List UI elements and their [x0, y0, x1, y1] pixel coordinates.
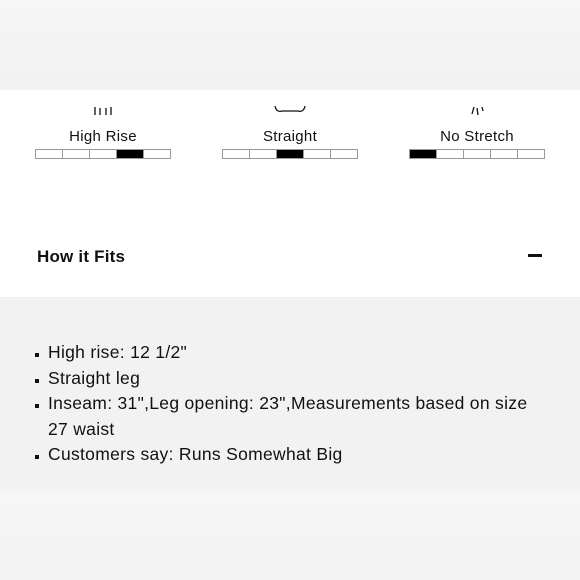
scale-segment: [36, 150, 63, 158]
minus-icon[interactable]: [528, 254, 542, 257]
bottom-background: [0, 491, 580, 580]
stretch-icon: [409, 90, 545, 116]
leg-shape-scale: [222, 149, 358, 159]
scale-segment: [223, 150, 250, 158]
list-item: High rise: 12 1/2": [35, 340, 545, 366]
scale-segment-selected: [117, 150, 144, 158]
scale-segment: [90, 150, 117, 158]
how-it-fits-accordion-body: High rise: 12 1/2" Straight leg Inseam: …: [0, 297, 580, 491]
stretch-scale: [409, 149, 545, 159]
scale-segment: [491, 150, 518, 158]
fit-details-list: High rise: 12 1/2" Straight leg Inseam: …: [35, 340, 545, 468]
fit-attribute-label: Straight: [262, 128, 318, 145]
top-background: [0, 0, 580, 90]
scale-segment: [437, 150, 464, 158]
list-item: Inseam: 31",Leg opening: 23",Measurement…: [35, 391, 545, 442]
fit-attributes-panel: High Rise Straight No Stretch: [0, 90, 580, 219]
fit-attribute-leg-shape: Straight: [222, 90, 358, 159]
scale-segment-selected: [277, 150, 304, 158]
rise-icon: [35, 90, 171, 116]
fit-attribute-rise: High Rise: [35, 90, 171, 159]
scale-segment: [63, 150, 90, 158]
scale-segment: [144, 150, 170, 158]
list-item: Straight leg: [35, 366, 545, 392]
scale-segment: [331, 150, 357, 158]
fit-attribute-stretch: No Stretch: [409, 90, 545, 159]
fit-attribute-label: High Rise: [69, 128, 137, 145]
accordion-title: How it Fits: [37, 247, 126, 266]
scale-segment: [464, 150, 491, 158]
scale-segment: [304, 150, 331, 158]
list-item: Customers say: Runs Somewhat Big: [35, 442, 545, 468]
rise-scale: [35, 149, 171, 159]
scale-segment: [250, 150, 277, 158]
fit-attribute-label: No Stretch: [440, 128, 514, 145]
scale-segment-selected: [410, 150, 437, 158]
leg-shape-icon: [222, 90, 358, 116]
how-it-fits-accordion-header[interactable]: How it Fits: [0, 218, 580, 297]
scale-segment: [518, 150, 544, 158]
